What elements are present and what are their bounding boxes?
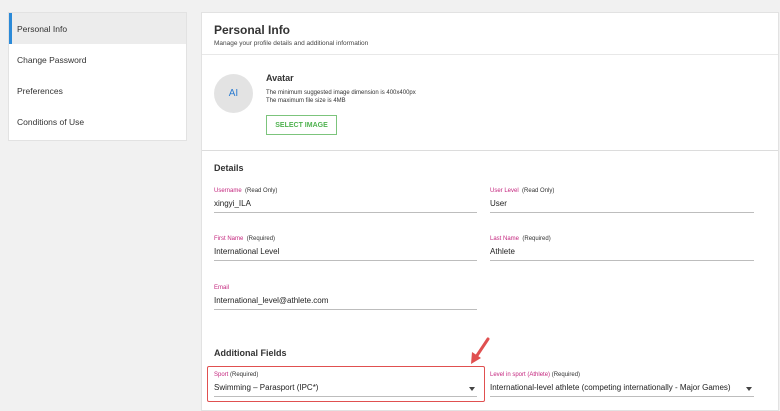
last-name-label: Last Name (Required) — [490, 236, 551, 242]
user-level-value: User — [490, 199, 754, 213]
sport-selected-value: Swimming – Parasport (IPC*) — [214, 383, 319, 392]
avatar-dimension-note: The minimum suggested image dimension is… — [266, 90, 416, 96]
caret-down-icon — [469, 387, 475, 391]
level-in-sport-field[interactable]: Level in sport (Athlete) (Required) Inte… — [490, 372, 754, 397]
sport-select[interactable]: Swimming – Parasport (IPC*) — [214, 383, 477, 397]
panel-header: Personal Info Manage your profile detail… — [202, 13, 778, 55]
user-level-label: User Level (Read Only) — [490, 188, 555, 194]
sidebar-item-personal-info[interactable]: Personal Info — [9, 13, 186, 44]
username-field: Username (Read Only) xingyi_ILA — [214, 188, 477, 213]
avatar-size-note: The maximum file size is 4MB — [266, 98, 346, 104]
page-subtitle: Manage your profile details and addition… — [214, 40, 369, 47]
sidebar-item-label: Preferences — [17, 85, 63, 96]
caret-down-icon — [746, 387, 752, 391]
annotation-arrow-icon — [471, 337, 490, 364]
avatar-initials: AI — [228, 88, 239, 99]
additional-fields-title: Additional Fields — [214, 348, 287, 358]
username-label: Username (Read Only) — [214, 188, 278, 194]
email-input[interactable]: International_level@athlete.com — [214, 296, 477, 310]
user-level-field: User Level (Read Only) User — [490, 188, 754, 213]
details-section-title: Details — [214, 163, 244, 173]
sidebar-item-label: Change Password — [17, 54, 87, 65]
sidebar-item-conditions-of-use[interactable]: Conditions of Use — [9, 106, 186, 137]
last-name-input[interactable]: Athlete — [490, 247, 754, 261]
sidebar-item-change-password[interactable]: Change Password — [9, 44, 186, 75]
avatar: AI — [214, 74, 253, 113]
sidebar-item-preferences[interactable]: Preferences — [9, 75, 186, 106]
sport-field[interactable]: Sport (Required) Swimming – Parasport (I… — [214, 372, 477, 397]
sidebar-item-label: Conditions of Use — [17, 116, 85, 127]
email-field[interactable]: Email International_level@athlete.com — [214, 285, 477, 310]
avatar-section: AI Avatar The minimum suggested image di… — [202, 55, 778, 151]
username-value: xingyi_ILA — [214, 199, 477, 213]
page-title: Personal Info — [214, 23, 291, 37]
last-name-field[interactable]: Last Name (Required) Athlete — [490, 236, 754, 261]
first-name-input[interactable]: International Level — [214, 247, 477, 261]
level-selected-value: International-level athlete (competing i… — [490, 383, 731, 392]
level-in-sport-label: Level in sport (Athlete) (Required) — [490, 372, 581, 378]
settings-sidebar: Personal Info Change Password Preference… — [8, 12, 187, 141]
select-image-button[interactable]: SELECT IMAGE — [266, 115, 337, 135]
sidebar-item-label: Personal Info — [17, 23, 68, 34]
first-name-field[interactable]: First Name (Required) International Leve… — [214, 236, 477, 261]
email-label: Email — [214, 285, 230, 291]
sport-label: Sport (Required) — [214, 372, 259, 378]
avatar-label: Avatar — [266, 73, 294, 83]
level-in-sport-select[interactable]: International-level athlete (competing i… — [490, 383, 754, 397]
first-name-label: First Name (Required) — [214, 236, 276, 242]
